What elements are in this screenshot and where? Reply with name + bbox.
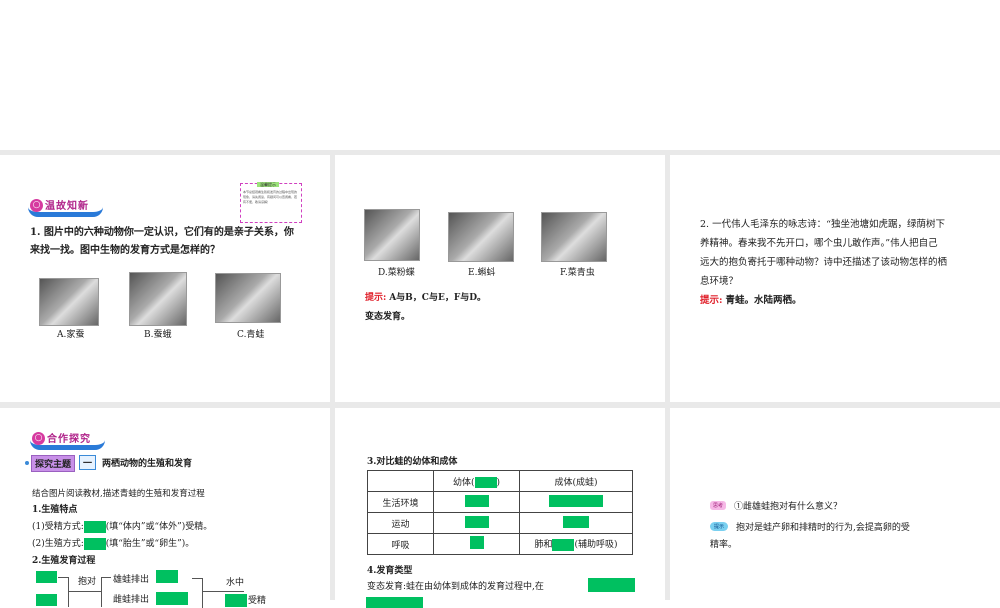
- answer-blank: [156, 570, 178, 583]
- hint-text: 变态发育。: [365, 312, 411, 322]
- answer-blank: [464, 494, 489, 507]
- answer-blank: [83, 520, 106, 533]
- answer-blank: [464, 515, 489, 528]
- cell-text: (辅助呼吸): [574, 540, 618, 551]
- flow-label: 水中: [226, 578, 245, 588]
- header-text: ): [496, 477, 501, 488]
- section-banner: ○ 温故知新: [28, 197, 103, 217]
- question-line: 1. 图片中的六种动物你一定认识，它们有的是亲子关系，你: [30, 227, 294, 238]
- caption: C.青蛙: [237, 330, 265, 340]
- hint-text: A与B，C与E，F与D。: [389, 293, 487, 303]
- answer-blank: [552, 538, 575, 551]
- caterpillar-photo: [541, 212, 607, 262]
- hint-text: 抱对是蛙产卵和排精时的行为,会提高卵的受: [736, 523, 910, 533]
- silk-moth-photo: [129, 272, 187, 326]
- answer-blank: [549, 494, 603, 507]
- topic-number: 一: [79, 455, 97, 470]
- answer-blank: [366, 597, 423, 608]
- topic-label: 探究主题: [31, 455, 76, 472]
- row-label: 运动: [367, 512, 434, 534]
- label: (2)生殖方式:: [32, 539, 84, 549]
- comparison-table: 幼体() 成体(成蛙) 生活环境 运动 呼吸 肺和 (辅助呼吸): [367, 470, 633, 555]
- caption: F.菜青虫: [560, 268, 595, 278]
- label: (填“体内”或“体外”)受精。: [105, 522, 213, 532]
- answer-blank: [36, 594, 57, 606]
- tadpole-photo: [448, 212, 514, 262]
- think-badge: 思考: [710, 501, 727, 510]
- intro-text: 结合图片阅读教材,描述青蛙的生殖和发育过程: [32, 489, 205, 499]
- slide-thumbnail-5[interactable]: 3.对比蛙的幼体和成体 幼体() 成体(成蛙) 生活环境 运动 呼吸 肺和 (辅助呼吸…: [335, 408, 665, 608]
- header-text: 幼体(: [452, 477, 475, 488]
- slide-thumbnail-4[interactable]: ○ 合作探究 探究主题 一 两栖动物的生殖和发育 结合图片阅读教材,描述青蛙的生殖…: [0, 408, 330, 608]
- caption: D.菜粉蝶: [378, 268, 415, 278]
- header-text: 成体(成蛙): [519, 470, 633, 492]
- hint-label: 提示:: [365, 293, 387, 303]
- bullet-icon: [25, 461, 29, 465]
- answer-blank: [156, 592, 188, 605]
- slide-thumbnail-1[interactable]: ○ 温故知新 温馨提示 本节总结观看生殖和发育的过程中出现的现象，请先阅读，有疑问…: [0, 155, 330, 402]
- banner-icon: ○: [30, 199, 43, 212]
- flow-label: 抱对: [78, 577, 97, 587]
- answer-blank: [588, 578, 635, 592]
- silkworm-photo: [39, 278, 99, 326]
- section-heading: 4.发育类型: [367, 566, 413, 576]
- section-heading: 2.生殖发育过程: [32, 556, 96, 566]
- flow-label: 雌蛙排出: [113, 595, 150, 605]
- tip-note: 温馨提示 本节总结观看生殖和发育的过程中出现的现象，请先阅读，有疑问可以查阅看，…: [240, 182, 302, 223]
- slide-thumbnail-3[interactable]: 2. 一代伟人毛泽东的咏志诗：“独坐池塘如虎踞，绿荫树下 养精神。春来我不先开口…: [670, 155, 1000, 402]
- answer-blank: [225, 594, 247, 607]
- section-heading: 3.对比蛙的幼体和成体: [367, 457, 458, 467]
- hint-label: 提示:: [700, 295, 723, 306]
- think-question: ①雌雄蛙抱对有什么意义？: [734, 502, 843, 512]
- banner-icon: ○: [32, 432, 45, 445]
- tip-note-text: 本节总结观看生殖和发育的过程中出现的现象，请先阅读，有疑问可以查阅看，若有不便，…: [243, 190, 298, 204]
- slide-thumbnail-6[interactable]: 思考 ①雌雄蛙抱对有什么意义？ 提示 抱对是蛙产卵和排精时的行为,会提高卵的受 …: [670, 408, 1000, 608]
- slide-thumbnail-2[interactable]: D.菜粉蝶 E.蝌蚪 F.菜青虫 提示: A与B，C与E，F与D。 变态发育。: [335, 155, 665, 402]
- frog-photo: [215, 273, 281, 323]
- answer-blank: [469, 536, 484, 549]
- row-label: 生活环境: [367, 491, 434, 513]
- label: (1)受精方式:: [32, 522, 84, 532]
- caption: B.蚕蛾: [144, 330, 172, 340]
- banner-label: 合作探究: [47, 434, 91, 445]
- butterfly-photo: [364, 209, 420, 261]
- topic-title: 两栖动物的生殖和发育: [102, 459, 193, 469]
- answer-blank: [36, 571, 57, 583]
- cell-text: 肺和: [534, 540, 553, 551]
- section-heading: 1.生殖特点: [32, 505, 78, 515]
- tip-note-title: 温馨提示: [257, 182, 279, 187]
- caption: A.家蚕: [57, 330, 85, 340]
- question-line: 远大的抱负寄托于哪种动物？诗中还描述了该动物怎样的栖: [700, 257, 948, 268]
- question-line: 养精神。春来我不先开口，哪个虫儿敢作声。”伟人把自己: [700, 238, 938, 249]
- answer-blank: [83, 537, 106, 550]
- question-line: 来找一找。图中生物的发育方式是怎样的？: [30, 245, 220, 256]
- section-banner: ○ 合作探究: [30, 430, 105, 450]
- body-text: 变态发育:蛙在由幼体到成体的发育过程中,在: [367, 582, 544, 592]
- question-line: 2. 一代伟人毛泽东的咏志诗：“独坐池塘如虎踞，绿荫树下: [700, 219, 945, 230]
- question-line: 息环境？: [700, 276, 739, 287]
- answer-blank: [474, 476, 497, 488]
- row-label: 呼吸: [367, 533, 434, 555]
- hint-badge: 提示: [710, 522, 729, 531]
- answer-blank: [563, 515, 589, 528]
- label: (填“胎生”或“卵生”)。: [105, 539, 195, 549]
- flow-label: 雄蛙排出: [113, 575, 150, 585]
- banner-label: 温故知新: [45, 201, 89, 212]
- caption: E.蝌蚪: [468, 268, 496, 278]
- hint-text: 精率。: [710, 540, 738, 550]
- hint-text: 青蛙。水陆两栖。: [725, 295, 802, 306]
